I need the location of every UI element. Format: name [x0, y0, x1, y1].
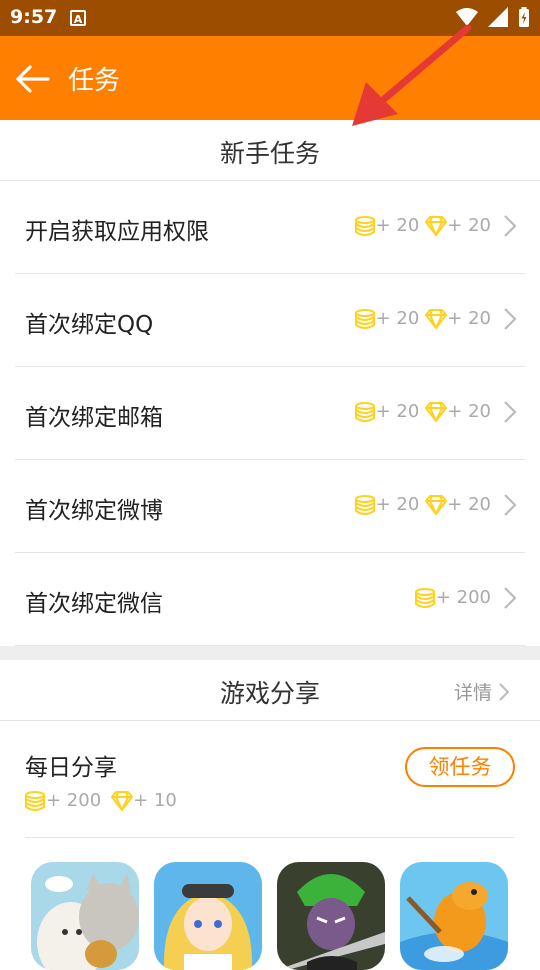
task-row[interactable]: 首次绑定QQ + 20 + 20	[15, 274, 525, 367]
claim-task-button[interactable]: 领任务	[405, 747, 515, 787]
chevron-right-icon	[504, 494, 517, 516]
chevron-right-icon	[504, 401, 517, 423]
task-rewards: + 20 + 20	[348, 308, 491, 329]
task-name: 首次绑定微信	[25, 591, 163, 617]
coin-reward: + 20	[354, 308, 420, 329]
daily-share-rewards: + 200 + 10	[24, 790, 177, 811]
game-icon-cats[interactable]	[31, 862, 139, 970]
chevron-right-icon	[499, 682, 510, 701]
details-link[interactable]: 详情	[454, 678, 510, 705]
diamond-icon	[425, 494, 448, 515]
wifi-icon	[456, 8, 478, 26]
coin-reward: + 20	[354, 215, 420, 236]
task-row[interactable]: 开启获取应用权限 + 20 + 20	[15, 181, 525, 274]
game-share-header: 游戏分享 详情	[0, 660, 540, 721]
task-name: 开启获取应用权限	[25, 219, 209, 245]
coin-amount: + 200	[46, 790, 102, 811]
chevron-right-icon	[504, 215, 517, 237]
coin-reward: + 200	[414, 587, 491, 608]
coin-reward: + 20	[354, 494, 420, 515]
coin-amount: + 20	[375, 308, 420, 329]
notification-icon: A	[70, 10, 86, 26]
task-rewards: + 20 + 20	[348, 401, 491, 422]
section-separator	[0, 646, 540, 660]
coin-stack-icon	[354, 308, 375, 329]
game-icon-pilot-girl[interactable]	[154, 862, 262, 970]
game-icon-dinosaur[interactable]	[400, 862, 508, 970]
details-label: 详情	[453, 682, 492, 704]
divider	[25, 837, 515, 838]
section-title-newbie: 新手任务	[219, 139, 320, 168]
diamond-icon	[425, 308, 448, 329]
gem-reward: + 20	[425, 308, 491, 329]
gem-reward: + 20	[425, 401, 491, 422]
task-rewards: + 200	[408, 587, 491, 608]
game-icon-swordsman[interactable]	[277, 862, 385, 970]
coin-stack-icon	[25, 790, 45, 811]
battery-icon	[519, 7, 529, 27]
diamond-icon	[425, 401, 448, 422]
gem-reward: + 10	[111, 790, 177, 811]
coin-stack-icon	[354, 401, 375, 422]
task-row[interactable]: 首次绑定邮箱 + 20 + 20	[15, 367, 525, 460]
coin-amount: + 20	[375, 494, 420, 515]
task-rewards: + 20 + 20	[348, 215, 491, 236]
coin-stack-icon	[354, 494, 375, 515]
task-name: 首次绑定邮箱	[25, 405, 163, 431]
status-bar: 9:57 A	[0, 0, 540, 36]
system-icons	[456, 7, 530, 27]
task-row[interactable]: 首次绑定微信 + 200	[15, 553, 525, 646]
coin-amount: + 20	[375, 215, 420, 236]
diamond-icon	[425, 215, 448, 236]
gem-reward: + 20	[425, 215, 491, 236]
diamond-icon	[111, 790, 134, 811]
app-bar: 任务	[0, 36, 540, 120]
chevron-right-icon	[504, 308, 517, 330]
coin-reward: + 20	[354, 401, 420, 422]
gem-amount: + 20	[447, 401, 491, 422]
task-name: 首次绑定QQ	[25, 312, 154, 338]
daily-share-title: 每日分享	[25, 755, 117, 781]
coin-reward: + 200	[24, 790, 101, 811]
task-rewards: + 20 + 20	[348, 494, 491, 515]
page-title: 任务	[68, 66, 121, 96]
gem-amount: + 10	[133, 790, 177, 811]
task-row[interactable]: 首次绑定微博 + 20 + 20	[15, 460, 525, 553]
gem-amount: + 20	[447, 494, 491, 515]
chevron-right-icon	[504, 587, 517, 609]
gem-reward: + 20	[425, 494, 491, 515]
gem-amount: + 20	[447, 215, 491, 236]
coin-amount: + 200	[435, 587, 491, 608]
coin-stack-icon	[354, 215, 375, 236]
newbie-tasks-header: 新手任务	[0, 120, 540, 181]
signal-icon	[488, 7, 508, 27]
task-name: 首次绑定微博	[25, 498, 163, 524]
coin-stack-icon	[414, 587, 435, 608]
coin-amount: + 20	[375, 401, 420, 422]
status-time: 9:57	[10, 6, 58, 28]
gem-amount: + 20	[447, 308, 491, 329]
back-arrow-icon[interactable]	[16, 62, 50, 96]
